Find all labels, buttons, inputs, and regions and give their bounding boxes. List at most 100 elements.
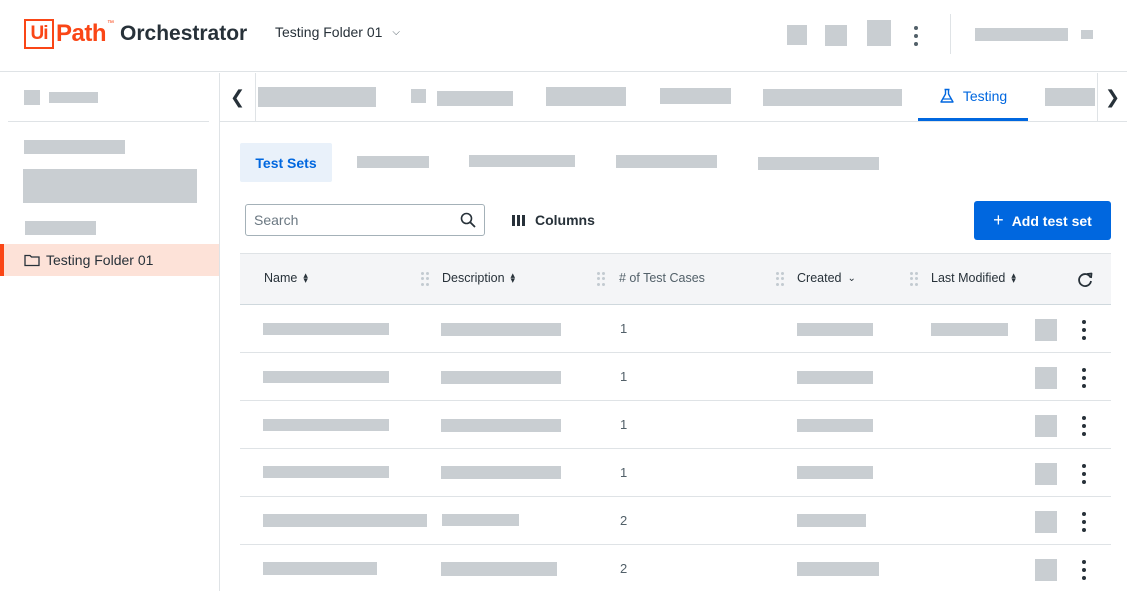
table-row[interactable]: 1 [240,449,1111,497]
row-more-options-icon[interactable] [1076,464,1092,484]
uipath-logo[interactable]: Ui Path ™ Orchestrator [24,17,247,51]
column-header-label: # of Test Cases [619,271,705,285]
row-icon-placeholder[interactable] [1035,511,1057,533]
row-icon-placeholder[interactable] [1035,415,1057,437]
main-tab-bar: ❮ Testing ❯ [220,73,1127,122]
sort-descending-icon[interactable]: ⌄ [847,273,855,283]
created-cell-placeholder [797,419,873,432]
sidebar-input-placeholder[interactable] [23,169,197,203]
column-header-created[interactable]: Created ⌄ [797,271,856,285]
tab-scroll-left-icon[interactable]: ❮ [220,73,256,121]
column-header-label: Created [797,271,842,285]
column-header-last-modified[interactable]: Last Modified ▴ ▾ [931,271,1016,286]
description-cell-placeholder [441,562,557,576]
sidebar-text-placeholder [25,221,96,235]
sidebar-divider [8,121,209,122]
column-resize-handle-icon[interactable] [776,272,784,286]
logo-trademark: ™ [107,20,115,27]
column-resize-handle-icon[interactable] [597,272,605,286]
row-icon-placeholder[interactable] [1035,319,1057,341]
tab-testing[interactable]: Testing [918,73,1028,121]
row-more-options-icon[interactable] [1076,512,1092,532]
column-header-description[interactable]: Description ▴ ▾ [442,271,516,286]
subtab-placeholder[interactable] [758,157,879,170]
table-row[interactable]: 2 [240,497,1111,545]
row-more-options-icon[interactable] [1076,320,1092,340]
header-icon-placeholder[interactable] [787,25,807,45]
subtab-placeholder[interactable] [469,155,575,167]
column-header-test-cases[interactable]: # of Test Cases [619,271,705,285]
subtab-test-sets-label: Test Sets [255,154,317,171]
table-header: Name ▴ ▾ Description ▴ ▾ # of Test Cases C… [240,253,1111,305]
columns-button-label: Columns [535,212,595,228]
add-test-set-label: Add test set [1011,212,1092,229]
test-cases-count: 1 [620,465,628,480]
column-resize-handle-icon[interactable] [421,272,429,286]
plus-icon: + [993,210,1004,230]
sidebar-item-testing-folder[interactable]: Testing Folder 01 [0,244,219,276]
row-icon-placeholder[interactable] [1035,463,1057,485]
logo-ui-mark: Ui [24,19,54,49]
column-header-name[interactable]: Name ▴ ▾ [264,271,308,286]
sidebar-icon-placeholder[interactable] [24,90,40,105]
description-cell-placeholder [441,323,561,336]
sort-icon[interactable]: ▴ ▾ [303,271,308,285]
name-cell-placeholder[interactable] [263,419,389,431]
header-divider [950,14,951,54]
test-sets-table: Name ▴ ▾ Description ▴ ▾ # of Test Cases C… [240,253,1111,591]
subtab-placeholder[interactable] [357,156,429,168]
test-cases-count: 2 [620,561,628,576]
name-cell-placeholder[interactable] [263,562,377,575]
tab-scroll-right-icon[interactable]: ❯ [1097,73,1127,121]
created-cell-placeholder [797,562,879,576]
search-icon[interactable] [460,212,476,228]
table-row[interactable]: 1 [240,305,1111,353]
folder-selector-label: Testing Folder 01 [275,24,383,40]
column-header-label: Name [264,271,298,285]
description-cell-placeholder [441,419,561,432]
refresh-icon[interactable] [1076,271,1094,289]
name-cell-placeholder[interactable] [263,514,427,527]
row-more-options-icon[interactable] [1076,560,1092,580]
sidebar-item-label: Testing Folder 01 [46,252,154,268]
flask-icon [940,88,954,103]
tab-placeholder[interactable] [437,91,513,106]
tab-placeholder[interactable] [258,87,376,107]
table-row[interactable]: 1 [240,353,1111,401]
subtab-placeholder[interactable] [616,155,717,168]
app-header: Ui Path ™ Orchestrator Testing Folder 01… [0,0,1127,72]
columns-button[interactable]: Columns [512,209,595,231]
tab-placeholder[interactable] [660,88,731,104]
user-info-placeholder[interactable] [975,28,1068,41]
created-cell-placeholder [797,514,866,527]
row-more-options-icon[interactable] [1076,368,1092,388]
row-more-options-icon[interactable] [1076,416,1092,436]
tab-placeholder[interactable] [546,87,626,106]
test-cases-count: 1 [620,369,628,384]
header-icon-placeholder[interactable] [825,25,847,46]
more-options-icon[interactable] [908,26,924,46]
sort-icon[interactable]: ▴ ▾ [511,271,516,285]
name-cell-placeholder[interactable] [263,371,389,383]
name-cell-placeholder[interactable] [263,323,389,335]
folder-selector[interactable]: Testing Folder 01 ⌵ [275,24,400,40]
tab-placeholder[interactable] [763,89,902,106]
test-cases-count: 1 [620,417,628,432]
search-field[interactable] [245,204,485,236]
name-cell-placeholder[interactable] [263,466,389,478]
user-info-placeholder [1081,30,1093,39]
column-resize-handle-icon[interactable] [910,272,918,286]
table-row[interactable]: 1 [240,401,1111,449]
add-test-set-button[interactable]: + Add test set [974,201,1111,240]
tab-placeholder[interactable] [1045,88,1095,106]
row-icon-placeholder[interactable] [1035,559,1057,581]
sort-icon[interactable]: ▴ ▾ [1011,271,1016,285]
header-icon-placeholder[interactable] [867,20,891,46]
row-icon-placeholder[interactable] [1035,367,1057,389]
table-row[interactable]: 2 [240,545,1111,591]
created-cell-placeholder [797,323,873,336]
search-input[interactable] [254,212,460,228]
tab-icon-placeholder[interactable] [411,89,426,103]
modified-cell-placeholder [931,323,1008,336]
subtab-test-sets[interactable]: Test Sets [240,143,332,182]
